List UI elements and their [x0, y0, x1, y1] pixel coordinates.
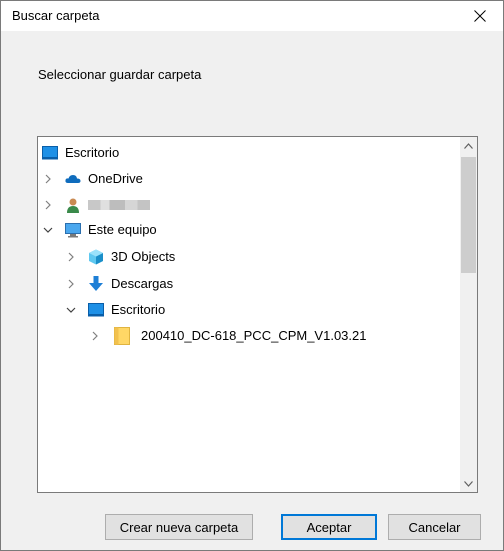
tree-item-label: 200410_DC-618_PCC_CPM_V1.03.21 [141, 328, 367, 343]
tree-item-descargas[interactable]: Descargas [38, 273, 461, 295]
chevron-down-icon[interactable] [65, 304, 77, 316]
redacted-username [88, 200, 150, 210]
chevron-down-icon [464, 480, 473, 487]
tree-item-label: OneDrive [88, 171, 143, 186]
tree-item-user[interactable] [38, 194, 461, 216]
scroll-up-button[interactable] [460, 137, 477, 154]
chevron-right-icon[interactable] [65, 251, 77, 263]
chevron-right-icon[interactable] [65, 278, 77, 290]
tree-item-escritorio[interactable]: Escritorio [38, 299, 461, 321]
cancel-button[interactable]: Cancelar [388, 514, 481, 540]
cloud-icon [65, 175, 81, 183]
folder-tree[interactable]: Escritorio OneDrive Este equipo 3D Objec… [37, 136, 478, 493]
chevron-right-icon[interactable] [42, 199, 54, 211]
tree-item-label: Escritorio [65, 145, 120, 160]
download-icon [89, 276, 103, 291]
tree-item-escritorio-root[interactable]: Escritorio [38, 142, 461, 164]
computer-icon [65, 223, 81, 238]
chevron-right-icon[interactable] [42, 173, 54, 185]
tree-item-3d-objects[interactable]: 3D Objects [38, 246, 461, 268]
chevron-right-icon[interactable] [89, 330, 101, 342]
tree-item-label: 3D Objects [111, 249, 176, 264]
title-bar: Buscar carpeta [1, 1, 503, 31]
user-icon [67, 198, 79, 213]
new-folder-button[interactable]: Crear nueva carpeta [105, 514, 253, 540]
scrollbar-thumb[interactable] [461, 157, 476, 273]
vertical-scrollbar[interactable] [460, 137, 477, 492]
tree-item-label: Escritorio [111, 302, 166, 317]
tree-item-label: Descargas [111, 276, 174, 291]
close-button[interactable] [457, 1, 503, 31]
folder-icon [114, 327, 130, 345]
cube-icon [89, 249, 103, 265]
dialog-title: Buscar carpeta [12, 8, 100, 23]
chevron-down-icon[interactable] [42, 224, 54, 236]
scroll-down-button[interactable] [460, 475, 477, 492]
desktop-icon [88, 303, 104, 317]
tree-item-este-equipo[interactable]: Este equipo [38, 219, 461, 241]
tree-item-folder[interactable]: 200410_DC-618_PCC_CPM_V1.03.21 [38, 325, 461, 347]
browse-folder-dialog: Buscar carpeta Seleccionar guardar carpe… [0, 0, 504, 551]
dialog-description: Seleccionar guardar carpeta [38, 67, 202, 82]
close-icon [474, 10, 486, 22]
ok-button[interactable]: Aceptar [281, 514, 377, 540]
tree-item-onedrive[interactable]: OneDrive [38, 168, 461, 190]
desktop-icon [42, 146, 58, 160]
chevron-up-icon [464, 142, 473, 149]
tree-item-label: Este equipo [88, 222, 157, 237]
